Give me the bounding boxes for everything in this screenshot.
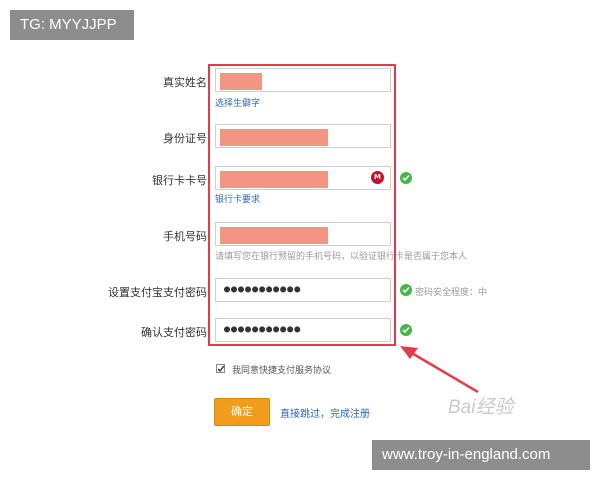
baidu-watermark: Bai经验 — [448, 397, 514, 418]
confirm-button[interactable]: 确定 — [214, 398, 270, 426]
agreement-checkbox[interactable] — [216, 364, 225, 373]
agreement-text[interactable]: 我同意快捷支付服务协议 — [232, 363, 331, 376]
skip-registration-link[interactable]: 直接跳过，完成注册 — [280, 405, 370, 420]
website-badge: www.troy-in-england.com — [372, 440, 590, 470]
